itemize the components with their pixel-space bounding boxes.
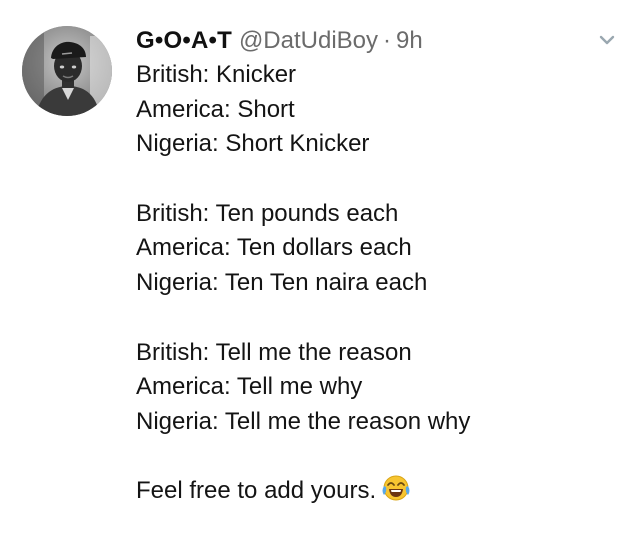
- closing-text: Feel free to add yours.: [136, 477, 377, 505]
- profile-photo: [22, 26, 112, 116]
- tweet-line: British: Ten pounds each: [136, 199, 399, 227]
- tweet-card[interactable]: G•O•A•T @DatUdiBoy · 9h British: Knicker…: [0, 0, 640, 535]
- author-handle[interactable]: @DatUdiBoy: [239, 24, 378, 58]
- timestamp[interactable]: 9h: [396, 24, 423, 58]
- tweet-line: Nigeria: Tell me the reason why: [136, 407, 471, 435]
- face-with-tears-of-joy-icon: [382, 474, 410, 513]
- tweet-line: America: Short: [136, 95, 295, 123]
- tweet-line: British: Knicker: [136, 61, 297, 88]
- tweet-line: British: Tell me the reason: [136, 338, 412, 366]
- header-separator: ·: [383, 27, 392, 54]
- tweet-line: America: Tell me why: [136, 373, 363, 401]
- chevron-down-icon[interactable]: [594, 30, 620, 50]
- tweet-text: British: Knicker America: Short Nigeria:…: [136, 58, 626, 509]
- tweet-line: Nigeria: Short Knicker: [136, 130, 370, 158]
- tweet-header: G•O•A•T @DatUdiBoy · 9h: [136, 24, 423, 58]
- tweet-line: Nigeria: Ten Ten naira each: [136, 269, 428, 297]
- tweet-line: America: Ten dollars each: [136, 234, 412, 262]
- author-name[interactable]: G•O•A•T: [136, 24, 232, 58]
- tweet-closing-line: Feel free to add yours.: [136, 474, 626, 509]
- avatar[interactable]: [22, 26, 112, 116]
